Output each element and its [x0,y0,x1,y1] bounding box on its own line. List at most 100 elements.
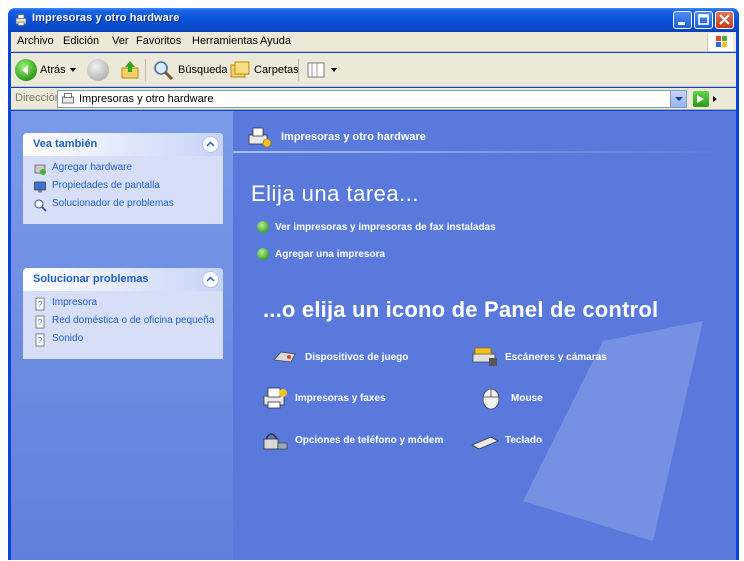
chevron-down-icon [331,68,337,72]
troubleshoot-list: ? Impresora ? Red doméstica o de oficina… [23,291,223,359]
task-add-printer[interactable]: Agregar una impresora [257,248,385,260]
search-button[interactable]: Búsqueda [151,58,228,82]
troubleshoot-title: Solucionar problemas [33,273,149,285]
address-value: Impresoras y otro hardware [79,93,214,105]
menu-view[interactable]: Ver [112,35,129,47]
back-label: Atrás [40,64,66,76]
troubleshoot-printer[interactable]: ? Impresora [33,297,215,311]
toolbar-separator [298,59,299,81]
help-document-icon: ? [35,315,45,329]
add-hardware-icon [34,164,46,175]
go-button[interactable] [693,90,733,108]
printer-folder-icon [62,93,74,104]
collapse-button[interactable] [202,271,219,288]
folders-label: Carpetas [254,64,299,76]
folders-button[interactable]: Carpetas [229,58,299,82]
cp-label: Mouse [511,392,543,404]
up-folder-icon [121,61,139,79]
svg-text:?: ? [38,318,43,327]
phone-modem-icon [263,433,288,450]
troubleshooter-icon [34,199,47,212]
maximize-button[interactable] [694,11,713,29]
troubleshoot-item-label: Red doméstica o de oficina pequeña [52,315,215,326]
task-label: Agregar una impresora [275,248,386,260]
forward-arrow-icon [87,59,109,81]
menu-favorites[interactable]: Favoritos [136,35,181,47]
close-button[interactable] [715,11,734,29]
svg-text:?: ? [38,300,43,309]
cp-printers-faxes[interactable]: Impresoras y faxes [261,385,386,411]
menu-edit[interactable]: Edición [63,35,99,47]
troubleshoot-header[interactable]: Solucionar problemas [23,268,223,291]
search-icon [154,61,174,81]
minimize-button[interactable] [673,11,692,29]
category-pane: Impresoras y otro hardware Elija una tar… [233,111,736,560]
window-title: Impresoras y otro hardware [32,12,180,24]
search-label: Búsqueda [178,64,228,76]
see-also-list: Agregar hardware Propiedades de pantalla… [23,156,223,224]
category-header: Impresoras y otro hardware [247,125,426,149]
keyboard-icon [471,436,499,450]
pick-task-heading: Elija una tarea... [251,181,419,206]
mouse-icon [482,388,500,410]
collapse-button[interactable] [202,136,219,153]
printer-folder-icon [15,14,27,26]
forward-button[interactable] [87,58,109,82]
title-bar[interactable]: Impresoras y otro hardware [8,8,739,32]
troubleshoot-item-label: Sonido [52,333,84,344]
scanner-icon [472,347,497,366]
content-area: Vea también Agregar hardware Propiedades… [11,111,736,560]
header-divider [233,151,736,153]
help-document-icon: ? [35,333,45,347]
menu-file[interactable]: Archivo [17,35,54,47]
back-button[interactable]: Atrás [15,58,77,82]
cp-mouse[interactable]: Mouse [477,385,543,411]
task-view-printers[interactable]: Ver impresoras y impresoras de fax insta… [257,221,496,233]
see-also-box: Vea también Agregar hardware Propiedades… [23,133,223,224]
troubleshoot-sound[interactable]: ? Sonido [33,333,215,347]
address-bar: Dirección Impresoras y otro hardware [11,88,736,110]
maximize-icon [698,14,709,25]
menu-tools[interactable]: Herramientas [192,35,258,47]
windows-logo-icon [707,33,733,51]
up-folder-button[interactable] [119,58,141,82]
address-dropdown-button[interactable] [670,91,686,107]
gamepad-icon [273,351,296,363]
menu-help[interactable]: Ayuda [260,35,291,47]
category-title: Impresoras y otro hardware [281,131,426,143]
troubleshoot-network[interactable]: ? Red doméstica o de oficina pequeña [33,315,215,329]
views-icon [307,62,325,78]
folders-icon [230,61,250,78]
task-arrow-icon [257,248,269,260]
see-also-item-label: Agregar hardware [52,162,133,173]
explorer-window: Impresoras y otro hardware Archivo Edici… [8,8,739,560]
address-input[interactable]: Impresoras y otro hardware [57,90,687,108]
address-label: Dirección [15,92,61,104]
cp-label: Dispositivos de juego [305,351,409,363]
toolbar: Atrás Búsqueda Carpetas [11,53,736,87]
see-also-display-properties[interactable]: Propiedades de pantalla [33,180,215,194]
display-icon [34,181,46,193]
cp-label: Impresoras y faxes [295,392,386,404]
cp-label: Opciones de teléfono y módem [295,434,444,446]
close-icon [719,14,730,25]
chevron-up-icon [206,141,215,147]
task-label: Ver impresoras y impresoras de fax insta… [275,221,496,233]
chevron-down-icon [69,68,76,72]
cp-scanners-cameras[interactable]: Escáneres y cámaras [471,344,607,370]
see-also-header[interactable]: Vea también [23,133,223,156]
minimize-icon [678,22,685,25]
cp-game-controllers[interactable]: Dispositivos de juego [271,344,408,370]
see-also-add-hardware[interactable]: Agregar hardware [33,162,215,176]
see-also-item-label: Solucionador de problemas [52,198,174,209]
chevron-down-icon [675,97,683,101]
cp-keyboard[interactable]: Teclado [471,427,542,453]
printer-icon [263,387,287,409]
see-also-troubleshooter[interactable]: Solucionador de problemas [33,198,215,212]
see-also-title: Vea también [33,138,98,150]
go-arrow-icon [693,91,709,107]
toolbar-separator [145,59,146,81]
views-button[interactable] [305,58,338,82]
troubleshoot-item-label: Impresora [52,297,98,308]
cp-phone-modem[interactable]: Opciones de teléfono y módem [261,427,443,453]
